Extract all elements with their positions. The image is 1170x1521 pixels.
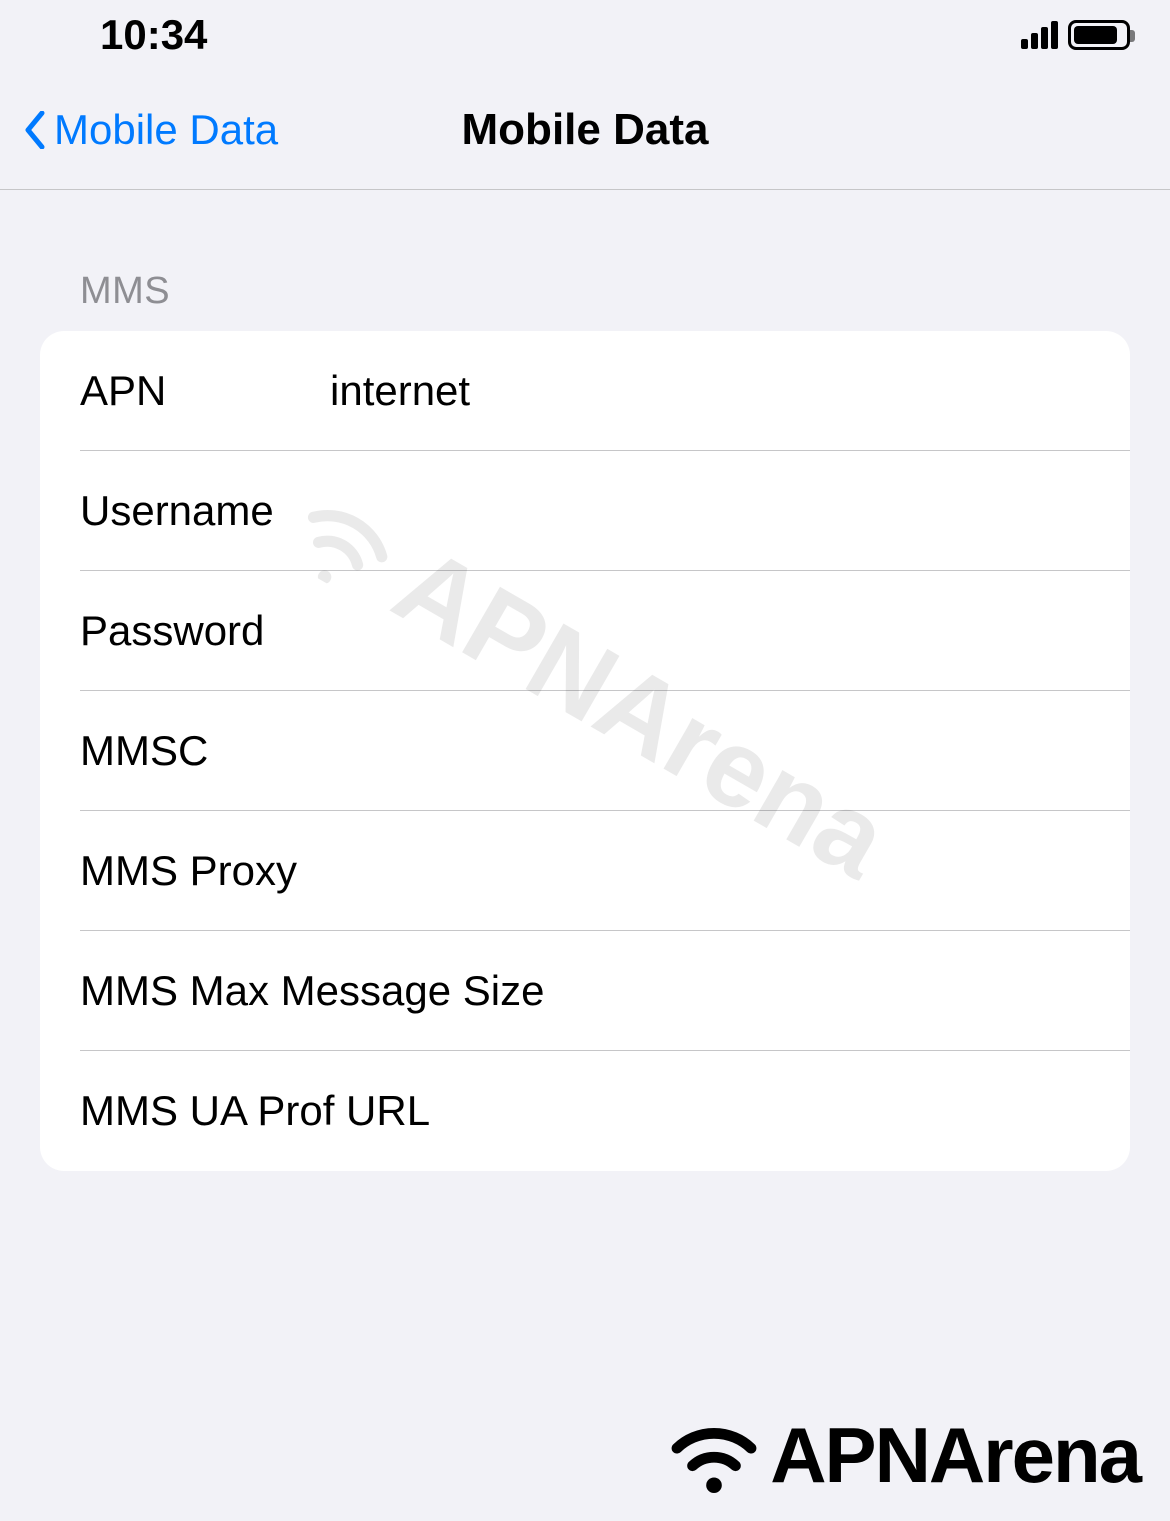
label-apn: APN — [80, 367, 330, 415]
back-label: Mobile Data — [54, 106, 278, 154]
row-username[interactable]: Username — [40, 451, 1130, 571]
input-username[interactable] — [330, 487, 1090, 535]
label-mms-ua-prof: MMS UA Prof URL — [80, 1087, 430, 1135]
row-mms-ua-prof[interactable]: MMS UA Prof URL — [40, 1051, 1130, 1171]
label-mms-max-size: MMS Max Message Size — [80, 967, 544, 1015]
row-apn[interactable]: APN — [40, 331, 1130, 451]
back-button[interactable]: Mobile Data — [24, 106, 278, 154]
status-bar: 10:34 — [0, 0, 1170, 70]
label-password: Password — [80, 607, 330, 655]
chevron-left-icon — [24, 111, 46, 149]
input-password[interactable] — [330, 607, 1090, 655]
wifi-icon — [664, 1417, 764, 1495]
navigation-bar: Mobile Data Mobile Data — [0, 70, 1170, 190]
cellular-signal-icon — [1021, 21, 1058, 49]
row-mmsc[interactable]: MMSC — [40, 691, 1130, 811]
section-header-mms: MMS — [80, 270, 1130, 313]
label-mms-proxy: MMS Proxy — [80, 847, 297, 895]
input-mmsc[interactable] — [330, 727, 1090, 775]
row-mms-proxy[interactable]: MMS Proxy — [40, 811, 1130, 931]
footer-brand-text: APNArena — [770, 1410, 1140, 1501]
battery-icon — [1068, 20, 1130, 50]
input-mms-max-size[interactable] — [544, 967, 1090, 1015]
label-username: Username — [80, 487, 330, 535]
status-time: 10:34 — [100, 11, 207, 59]
row-mms-max-size[interactable]: MMS Max Message Size — [40, 931, 1130, 1051]
label-mmsc: MMSC — [80, 727, 330, 775]
row-password[interactable]: Password — [40, 571, 1130, 691]
input-mms-ua-prof[interactable] — [430, 1087, 1090, 1135]
status-icons — [1021, 20, 1130, 50]
input-mms-proxy[interactable] — [297, 847, 1090, 895]
input-apn[interactable] — [330, 367, 1090, 415]
footer-brand: APNArena — [664, 1410, 1140, 1501]
mms-settings-group: APN Username Password MMSC MMS Proxy MMS… — [40, 331, 1130, 1171]
